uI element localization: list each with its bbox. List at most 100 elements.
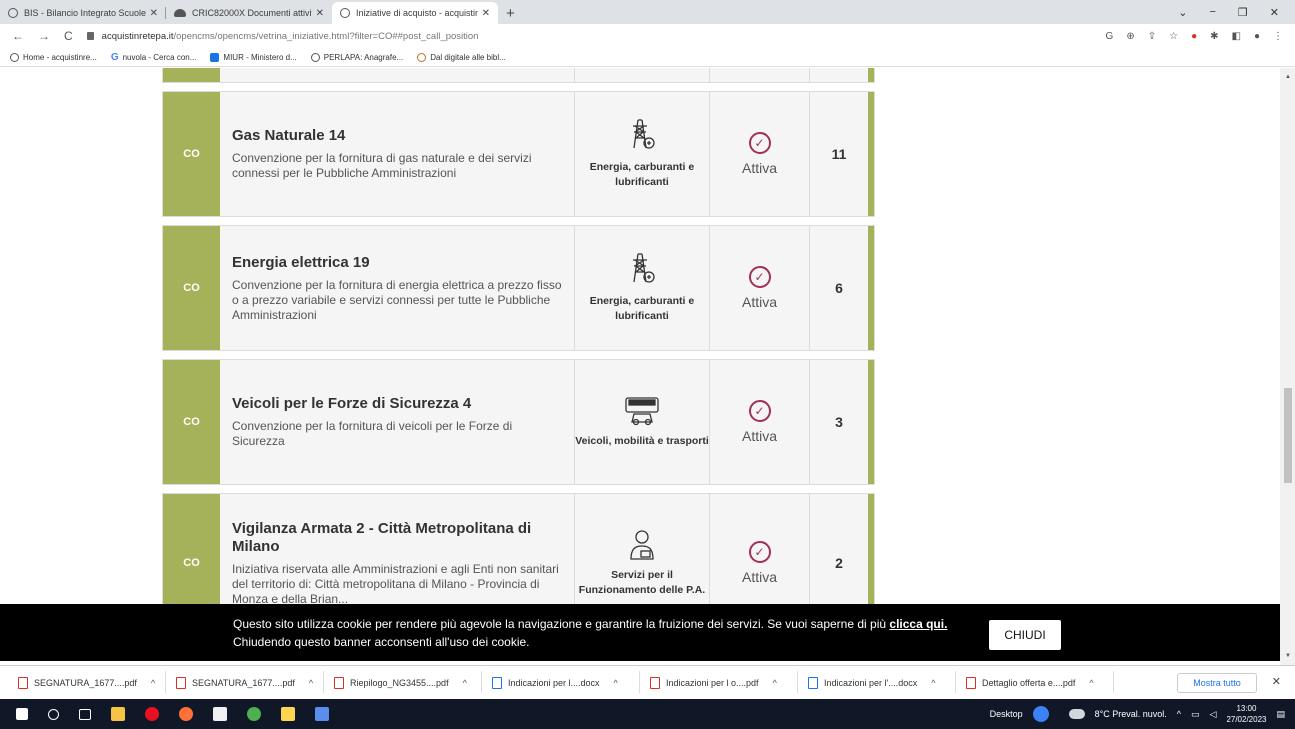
- tray-chevron-icon[interactable]: ^: [1177, 709, 1181, 719]
- download-item[interactable]: SEGNATURA_1677....pdf ^: [8, 670, 166, 693]
- calculator-icon[interactable]: [315, 707, 329, 721]
- download-name: Indicazioni per l o....pdf: [666, 677, 759, 688]
- row-text: Convenzione per la fornitura di veicoli …: [232, 419, 513, 448]
- bookmark-nuvola[interactable]: G nuvola - Cerca con...: [111, 52, 197, 63]
- row-title[interactable]: Energia elettrica 19: [232, 254, 562, 272]
- doc-file-icon: [492, 676, 502, 689]
- chevron-up-icon[interactable]: ^: [1089, 678, 1093, 688]
- category-label: Veicoli, mobilità e trasporti: [575, 434, 709, 447]
- download-item[interactable]: SEGNATURA_1677....pdf ^: [166, 670, 324, 693]
- row-description: [220, 68, 575, 82]
- cookie-info-link[interactable]: clicca qui.: [889, 617, 947, 631]
- pdf-file-icon: [334, 676, 344, 689]
- help-icon[interactable]: [1032, 706, 1049, 722]
- check-circle-icon: ✓: [748, 132, 771, 154]
- sidebar-icon[interactable]: ◧: [1232, 31, 1241, 42]
- download-item[interactable]: Indicazioni per l o....pdf ^: [640, 670, 798, 693]
- volume-icon[interactable]: ◁: [1210, 709, 1217, 720]
- chevron-up-icon[interactable]: ^: [773, 678, 777, 688]
- chrome-icon[interactable]: [247, 707, 261, 721]
- globe-icon: [310, 52, 320, 62]
- scrollbar-thumb[interactable]: [1284, 388, 1292, 483]
- forward-arrow-icon[interactable]: →: [38, 29, 50, 43]
- task-view-icon[interactable]: [79, 708, 91, 720]
- bookmark-miur[interactable]: MIUR - Ministero d...: [210, 52, 297, 62]
- close-downloads-icon[interactable]: ✕: [1272, 675, 1281, 688]
- row-tag: CO: [163, 360, 220, 484]
- address-bar: ← → C acquistinretepa.it /opencms/opencm…: [0, 24, 1295, 48]
- chevron-up-icon[interactable]: ^: [614, 678, 618, 688]
- document-app-icon[interactable]: [213, 707, 227, 721]
- table-row[interactable]: CO Veicoli per le Forze di Sicurezza 4 C…: [162, 359, 875, 485]
- show-all-downloads-button[interactable]: Mostra tutto: [1177, 673, 1257, 693]
- notifications-icon[interactable]: ▤: [1276, 709, 1285, 720]
- download-item[interactable]: Dettaglio offerta e....pdf ^: [956, 670, 1114, 693]
- desktop-toolbar[interactable]: Desktop: [990, 709, 1023, 719]
- row-title[interactable]: Veicoli per le Forze di Sicurezza 4: [232, 395, 562, 413]
- scroll-up-icon[interactable]: ▲: [1285, 74, 1291, 80]
- download-item[interactable]: Indicazioni per l....docx ^: [482, 670, 640, 693]
- browser-tab-documenti[interactable]: CRIC82000X Documenti attività ✕: [166, 2, 332, 24]
- close-tab-icon[interactable]: ✕: [316, 8, 324, 19]
- maximize-icon[interactable]: ❐: [1238, 6, 1248, 19]
- minimize-icon[interactable]: −: [1209, 6, 1215, 18]
- browser-tab-bis[interactable]: BIS - Bilancio Integrato Scuole | ✕: [0, 2, 166, 24]
- clock[interactable]: 13:00 27/02/2023: [1226, 703, 1266, 725]
- row-title[interactable]: Gas Naturale 14: [232, 127, 562, 145]
- weather-text[interactable]: 8°C Preval. nuvol.: [1095, 709, 1167, 719]
- clock-date: 27/02/2023: [1226, 715, 1267, 724]
- menu-dots-icon[interactable]: ⋮: [1273, 31, 1283, 42]
- windows-start-icon[interactable]: [16, 708, 28, 720]
- app-icon[interactable]: [281, 707, 295, 721]
- row-count: 3: [835, 414, 843, 430]
- opera-icon[interactable]: [145, 707, 159, 721]
- row-category: [575, 68, 710, 82]
- reload-icon[interactable]: C: [64, 29, 73, 43]
- row-description: Energia elettrica 19 Convenzione per la …: [220, 226, 575, 350]
- google-lens-icon[interactable]: G: [1106, 31, 1114, 42]
- extension-red-icon[interactable]: ●: [1191, 31, 1197, 42]
- tab-search-icon[interactable]: ⌄: [1178, 6, 1187, 19]
- zoom-icon[interactable]: ⊕: [1126, 31, 1134, 42]
- network-icon[interactable]: ▭: [1191, 709, 1200, 720]
- firefox-icon[interactable]: [179, 707, 193, 721]
- url-path: /opencms/opencms/vetrina_iniziative.html…: [173, 30, 479, 42]
- chevron-up-icon[interactable]: ^: [151, 678, 155, 688]
- table-row[interactable]: CO Gas Naturale 14 Convenzione per la fo…: [162, 91, 875, 217]
- file-explorer-icon[interactable]: [111, 707, 125, 721]
- download-item[interactable]: Riepilogo_NG3455....pdf ^: [324, 670, 482, 693]
- tab-bar: BIS - Bilancio Integrato Scuole | ✕ CRIC…: [0, 0, 1295, 24]
- chevron-up-icon[interactable]: ^: [931, 678, 935, 688]
- new-tab-icon[interactable]: +: [506, 2, 515, 24]
- cookie-close-button[interactable]: CHIUDI: [989, 620, 1061, 650]
- category-label: Servizi per il Funzionamento delle P.A.: [578, 569, 706, 596]
- check-circle-icon: ✓: [748, 266, 771, 288]
- extensions-puzzle-icon[interactable]: ✱: [1210, 31, 1218, 42]
- vertical-scrollbar[interactable]: ▲ ▼: [1280, 68, 1295, 665]
- bookmark-perlapa[interactable]: PERLAPA: Anagrafe...: [310, 52, 403, 62]
- table-row[interactable]: CO Energia elettrica 19 Convenzione per …: [162, 225, 875, 351]
- bookmark-digitale[interactable]: Dal digitale alle bibl...: [417, 52, 506, 62]
- share-icon[interactable]: ⇪: [1148, 31, 1156, 42]
- system-tray: Desktop 8°C Preval. nuvol. ^ ▭ ◁ 13:00 2…: [990, 699, 1295, 729]
- category-label: Energia, carburanti e lubrificanti: [589, 161, 695, 188]
- row-status: [710, 68, 810, 82]
- close-tab-icon[interactable]: ✕: [482, 8, 490, 19]
- close-tab-icon[interactable]: ✕: [150, 8, 158, 19]
- back-arrow-icon[interactable]: ←: [12, 29, 24, 43]
- row-title[interactable]: Vigilanza Armata 2 - Città Metropolitana…: [232, 520, 562, 556]
- close-window-icon[interactable]: ✕: [1270, 6, 1279, 19]
- bookmark-home[interactable]: Home - acquistinre...: [10, 52, 97, 62]
- search-icon[interactable]: [48, 708, 59, 720]
- chevron-up-icon[interactable]: ^: [463, 678, 467, 688]
- chevron-up-icon[interactable]: ^: [309, 678, 313, 688]
- profile-icon[interactable]: ●: [1254, 31, 1260, 42]
- bookmark-star-icon[interactable]: ☆: [1169, 31, 1178, 42]
- browser-tab-iniziative[interactable]: Iniziative di acquisto - acquistinre ✕: [332, 2, 498, 24]
- url-field[interactable]: acquistinretepa.it /opencms/opencms/vetr…: [86, 30, 479, 42]
- row-accent-bar: [868, 68, 874, 82]
- person-service-icon: [630, 530, 654, 560]
- scroll-down-icon[interactable]: ▼: [1285, 653, 1291, 659]
- url-host: acquistinretepa.it: [101, 30, 174, 42]
- download-item[interactable]: Indicazioni per l'....docx ^: [798, 670, 956, 693]
